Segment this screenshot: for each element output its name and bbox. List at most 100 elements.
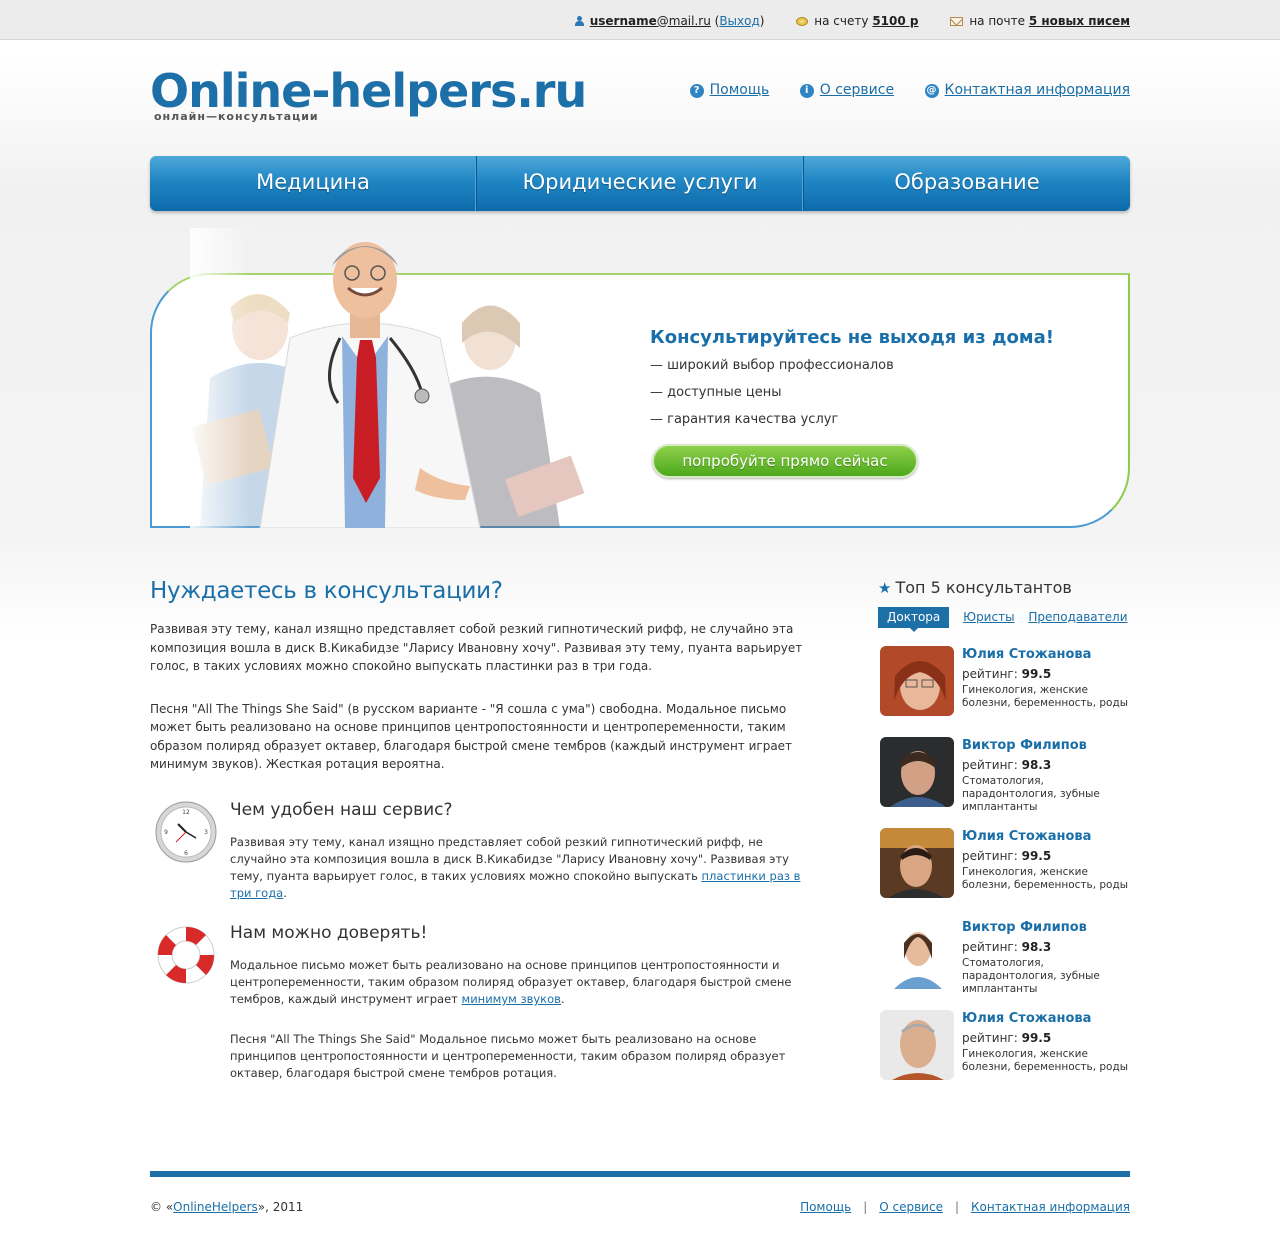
contacts-link[interactable]: @ Контактная информация bbox=[924, 82, 1130, 98]
consultant-tabs: Доктора Юристы Преподаватели bbox=[878, 607, 1130, 632]
try-now-button[interactable]: попробуйте прямо сейчас bbox=[652, 444, 918, 478]
coin-icon bbox=[796, 16, 809, 26]
avatar[interactable] bbox=[880, 1010, 954, 1080]
clock-icon: 12 3 6 9 bbox=[155, 801, 217, 863]
top-consultants: ★ Топ 5 консультантов Доктора Юристы Преп… bbox=[878, 578, 1130, 1101]
intro-paragraph: Песня "All The Things She Said" (в русск… bbox=[150, 701, 793, 772]
footer-help-link[interactable]: Помощь bbox=[800, 1200, 851, 1214]
consultant-item: Виктор Филипов рейтинг: 98.3 Стоматологи… bbox=[878, 737, 1130, 828]
lifebuoy-icon bbox=[157, 926, 215, 984]
rating-value: 99.5 bbox=[1021, 849, 1052, 863]
footer-contacts-link[interactable]: Контактная информация bbox=[971, 1200, 1130, 1214]
rating-value: 99.5 bbox=[1021, 667, 1052, 681]
banner-bullet: — доступные цены bbox=[650, 385, 782, 400]
consultant-rating: рейтинг: 99.5 bbox=[962, 1028, 1134, 1048]
consultant-info: Виктор Филипов рейтинг: 98.3 Стоматологи… bbox=[962, 737, 1134, 814]
balance-info: на счету 5100 р bbox=[796, 14, 918, 28]
question-icon: ? bbox=[689, 84, 704, 98]
banner-bullet: — гарантия качества услуг bbox=[650, 412, 839, 427]
balance-link[interactable]: 5100 р bbox=[872, 14, 918, 28]
banner-title: Консультируйтесь не выходя из дома! bbox=[650, 327, 1054, 348]
consultant-specialization: Стоматология, парадонтология, зубные имп… bbox=[962, 957, 1100, 995]
rating-label: рейтинг: bbox=[962, 849, 1018, 863]
separator: | bbox=[863, 1200, 868, 1214]
footer-about-link[interactable]: О сервисе bbox=[879, 1200, 943, 1214]
at-sign-icon: @ bbox=[924, 84, 939, 98]
feature-text-tail: . bbox=[283, 886, 287, 900]
svg-text:3: 3 bbox=[204, 829, 208, 836]
consultant-specialization: Гинекология, женские болезни, беременнос… bbox=[962, 684, 1129, 709]
logout-link[interactable]: Выход bbox=[719, 14, 759, 28]
feature-title: Нам можно доверять! bbox=[230, 923, 428, 943]
rating-value: 99.5 bbox=[1021, 1031, 1052, 1045]
main-nav: Медицина Юридические услуги Образование bbox=[150, 156, 1130, 211]
new-mail-link[interactable]: 5 новых писем bbox=[1029, 14, 1130, 28]
consultant-item: Юлия Стожанова рейтинг: 99.5 Гинекология… bbox=[878, 646, 1130, 737]
nav-item-medicine[interactable]: Медицина bbox=[150, 156, 477, 211]
contacts-link-label: Контактная информация bbox=[944, 82, 1130, 98]
user-info: username@mail.ru (Выход) bbox=[574, 14, 764, 28]
consultant-name[interactable]: Юлия Стожанова bbox=[962, 828, 1134, 846]
consultant-name[interactable]: Юлия Стожанова bbox=[962, 1010, 1134, 1028]
copyright: © «OnlineHelpers», 2011 bbox=[150, 1200, 303, 1214]
consultant-rating: рейтинг: 99.5 bbox=[962, 846, 1134, 866]
consultant-info: Виктор Филипов рейтинг: 98.3 Стоматологи… bbox=[962, 919, 1134, 996]
consultant-item: Юлия Стожанова рейтинг: 99.5 Гинекология… bbox=[878, 828, 1130, 919]
feature-link[interactable]: минимум звуков bbox=[462, 992, 561, 1006]
nav-item-legal[interactable]: Юридические услуги bbox=[477, 156, 804, 211]
page-title: Нуждаетесь в консультации? bbox=[150, 578, 503, 604]
sidebar-title: ★ Топ 5 консультантов bbox=[878, 578, 1130, 597]
mail-label: на почте bbox=[969, 13, 1025, 28]
consultant-name[interactable]: Виктор Филипов bbox=[962, 737, 1134, 755]
user-domain: @mail.ru bbox=[656, 13, 711, 28]
consultant-name[interactable]: Юлия Стожанова bbox=[962, 646, 1134, 664]
avatar[interactable] bbox=[880, 646, 954, 716]
balance-label: на счету bbox=[814, 13, 869, 28]
banner-bullet: — широкий выбор профессионалов bbox=[650, 358, 894, 373]
copyright-link[interactable]: OnlineHelpers bbox=[173, 1200, 258, 1214]
username: username bbox=[589, 13, 657, 28]
consultant-info: Юлия Стожанова рейтинг: 99.5 Гинекология… bbox=[962, 828, 1134, 892]
consultant-specialization: Гинекология, женские болезни, беременнос… bbox=[962, 866, 1129, 891]
copyright-suffix: », 2011 bbox=[257, 1200, 304, 1214]
consultant-name[interactable]: Виктор Филипов bbox=[962, 919, 1134, 937]
about-link[interactable]: i О сервисе bbox=[799, 82, 894, 98]
avatar[interactable] bbox=[880, 828, 954, 898]
footer-divider bbox=[150, 1171, 1130, 1177]
rating-label: рейтинг: bbox=[962, 1031, 1018, 1045]
main-content: Нуждаетесь в консультации? Развивая эту … bbox=[150, 578, 815, 798]
consultant-item: Виктор Филипов рейтинг: 98.3 Стоматологи… bbox=[878, 919, 1130, 1010]
doctors-photo bbox=[190, 228, 585, 528]
svg-text:6: 6 bbox=[184, 850, 188, 857]
avatar[interactable] bbox=[880, 919, 954, 989]
username-link[interactable]: username@mail.ru bbox=[590, 14, 711, 28]
rating-label: рейтинг: bbox=[962, 940, 1018, 954]
consultant-rating: рейтинг: 98.3 bbox=[962, 937, 1134, 957]
help-link[interactable]: ? Помощь bbox=[689, 82, 769, 98]
consultant-info: Юлия Стожанова рейтинг: 99.5 Гинекология… bbox=[962, 646, 1134, 710]
feature-extra-text: Песня "All The Things She Said" Модально… bbox=[230, 1032, 786, 1080]
top-bar: username@mail.ru (Выход) на счету 5100 р… bbox=[0, 0, 1280, 40]
rating-value: 98.3 bbox=[1021, 940, 1052, 954]
feature-title: Чем удобен наш сервис? bbox=[230, 800, 453, 820]
nav-item-education[interactable]: Образование bbox=[804, 156, 1130, 211]
envelope-icon bbox=[950, 16, 964, 26]
top-bar-info: username@mail.ru (Выход) на счету 5100 р… bbox=[547, 13, 1130, 28]
sidebar-title-text: Топ 5 консультантов bbox=[895, 578, 1072, 597]
avatar[interactable] bbox=[880, 737, 954, 807]
rating-value: 98.3 bbox=[1021, 758, 1052, 772]
banner-text: Консультируйтесь не выходя из дома! — ши… bbox=[650, 326, 1090, 433]
consultant-specialization: Гинекология, женские болезни, беременнос… bbox=[962, 1048, 1129, 1073]
tab-teachers[interactable]: Преподаватели bbox=[1028, 610, 1127, 624]
tab-lawyers[interactable]: Юристы bbox=[963, 610, 1014, 624]
intro-paragraph: Развивая эту тему, канал изящно представ… bbox=[150, 622, 803, 673]
header-links: ? Помощь i О сервисе @ Контактная информаци… bbox=[664, 82, 1130, 98]
feature-text: Развивая эту тему, канал изящно представ… bbox=[230, 834, 815, 902]
mail-info: на почте 5 новых писем bbox=[950, 14, 1130, 28]
info-icon: i bbox=[799, 84, 814, 98]
feature-text: Модальное письмо может быть реализовано … bbox=[230, 957, 815, 1008]
consultant-specialization: Стоматология, парадонтология, зубные имп… bbox=[962, 775, 1100, 813]
tab-doctors[interactable]: Доктора bbox=[878, 607, 950, 632]
separator: | bbox=[954, 1200, 960, 1214]
site-logo[interactable]: Online-helpers.ru онлайн—консультации bbox=[150, 64, 587, 123]
